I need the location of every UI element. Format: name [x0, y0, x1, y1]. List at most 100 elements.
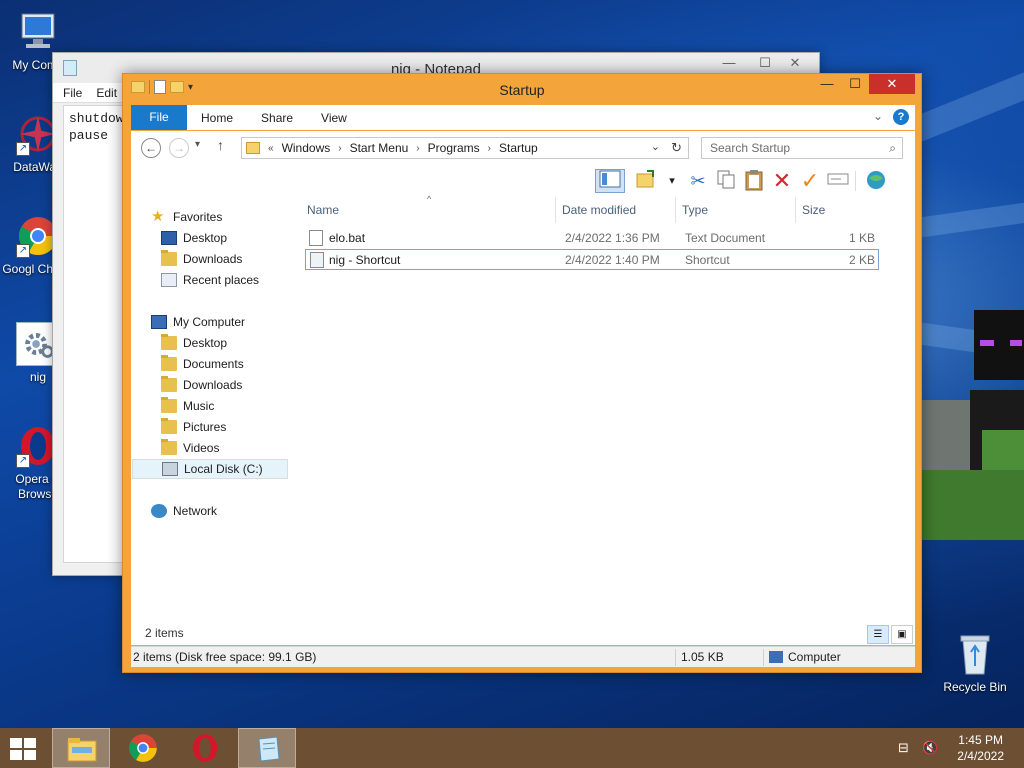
breadcrumb-separator-icon[interactable]: › — [416, 143, 419, 154]
windows-logo-icon — [10, 738, 22, 748]
nav-computer-local-disk[interactable]: Local Disk (C:) — [132, 459, 288, 479]
file-size: 2 KB — [848, 253, 875, 267]
breadcrumb-separator-icon[interactable]: › — [488, 143, 491, 154]
system-clock[interactable]: 1:45 PM 2/4/2022 — [957, 732, 1004, 764]
start-button[interactable] — [10, 738, 38, 760]
taskbar-opera[interactable] — [176, 728, 234, 768]
file-row-nig-shortcut[interactable]: nig - Shortcut 2/4/2022 1:40 PM Shortcut… — [305, 249, 879, 270]
paste-icon[interactable] — [741, 169, 767, 193]
explorer-titlebar[interactable]: ▾ Startup — ☐ ✕ — [123, 74, 921, 104]
ribbon-tabs: File Home Share View ⌄ ? — [131, 105, 915, 130]
tab-file[interactable]: File — [131, 105, 187, 130]
breadcrumb-separator-icon[interactable]: › — [338, 143, 341, 154]
column-header-name[interactable]: Name — [301, 197, 556, 223]
nav-computer-downloads[interactable]: Downloads — [161, 375, 242, 395]
breadcrumb-windows[interactable]: Windows — [282, 141, 331, 155]
nav-item-label: Local Disk (C:) — [184, 462, 263, 476]
network-tray-icon[interactable]: ⊟ — [898, 740, 909, 756]
taskbar-notepad[interactable] — [238, 728, 296, 768]
nav-item-label: Downloads — [183, 252, 243, 266]
select-dropdown-icon[interactable]: ▾ — [659, 169, 685, 193]
address-bar[interactable]: « Windows › Start Menu › Programs › Star… — [241, 137, 689, 159]
folder-icon — [161, 418, 177, 434]
search-placeholder: Search Startup — [710, 141, 791, 155]
back-button[interactable]: ← — [141, 138, 161, 158]
file-row-elo-bat[interactable]: elo.bat 2/4/2022 1:36 PM Text Document 1… — [305, 228, 879, 249]
nav-network[interactable]: Network — [151, 501, 217, 521]
nav-computer-desktop[interactable]: Desktop — [161, 333, 227, 353]
volume-muted-icon[interactable]: 🔇 — [922, 740, 938, 756]
drive-icon — [162, 462, 178, 476]
shortcut-file-icon — [310, 252, 324, 268]
minimize-button[interactable]: — — [813, 74, 841, 94]
column-header-type[interactable]: Type — [676, 197, 796, 223]
large-icons-view-icon[interactable]: ▣ — [891, 625, 913, 644]
close-button[interactable]: ✕ — [869, 74, 915, 94]
globe-icon[interactable] — [863, 169, 889, 193]
file-name: elo.bat — [329, 231, 366, 245]
details-view-icon[interactable]: ☰ — [867, 625, 889, 644]
nav-item-label: Documents — [183, 357, 244, 371]
search-input[interactable]: Search Startup ⌕ — [701, 137, 903, 159]
delete-icon[interactable]: ✕ — [769, 169, 795, 193]
notepad-minimize-button[interactable]: — — [715, 55, 743, 73]
breadcrumb-programs[interactable]: Programs — [428, 141, 480, 155]
rename-icon[interactable] — [825, 169, 851, 193]
tab-share[interactable]: Share — [247, 111, 307, 125]
nav-computer-music[interactable]: Music — [161, 396, 214, 416]
status-location: Computer — [788, 650, 841, 664]
notepad-menu-file[interactable]: File — [63, 86, 82, 100]
shortcut-arrow-icon: ↗ — [16, 142, 30, 156]
taskbar-file-explorer[interactable] — [52, 728, 110, 768]
copy-icon[interactable] — [713, 169, 739, 193]
nav-my-computer[interactable]: My Computer — [151, 312, 245, 332]
star-icon: ★ — [151, 208, 165, 225]
desktop-icon-recycle-bin[interactable]: Recycle Bin — [937, 632, 1013, 695]
breadcrumb-overflow[interactable]: « — [268, 143, 274, 154]
expand-ribbon-icon[interactable]: ⌄ — [873, 109, 883, 123]
maximize-button[interactable]: ☐ — [841, 74, 869, 94]
nav-item-label: Music — [183, 399, 215, 413]
forward-button[interactable]: → — [169, 138, 189, 158]
taskbar: ⊟ 🔇 1:45 PM 2/4/2022 — [0, 728, 1024, 768]
folder-icon — [161, 355, 177, 371]
nav-favorites-desktop[interactable]: Desktop — [161, 228, 227, 248]
select-folder-icon[interactable] — [633, 169, 659, 193]
monitor-icon — [16, 10, 60, 54]
preview-pane-icon[interactable] — [595, 169, 625, 193]
notepad-close-button[interactable]: ✕ — [775, 55, 815, 73]
recent-locations-icon[interactable]: ▾ — [195, 139, 200, 150]
status-summary: 2 items (Disk free space: 99.1 GB) — [133, 650, 317, 664]
tab-view[interactable]: View — [307, 111, 361, 125]
commands-toolbar: ▾ ✂ ✕ ✓ — [131, 165, 915, 197]
cut-icon[interactable]: ✂ — [685, 169, 711, 193]
computer-icon — [151, 315, 167, 329]
address-dropdown-icon[interactable]: ⌄ — [651, 140, 660, 153]
nav-computer-pictures[interactable]: Pictures — [161, 417, 226, 437]
file-explorer-icon — [67, 738, 97, 762]
downloads-folder-icon — [161, 250, 177, 266]
taskbar-chrome[interactable] — [114, 728, 172, 768]
explorer-window[interactable]: ▾ Startup — ☐ ✕ File Home Share View ⌄ ?… — [122, 73, 922, 673]
status-bar: 2 items (Disk free space: 99.1 GB) 1.05 … — [131, 646, 915, 667]
nav-favorites-recent-places[interactable]: Recent places — [161, 270, 259, 290]
column-header-date-modified[interactable]: Date modified — [556, 197, 676, 223]
status-divider — [675, 649, 676, 666]
up-arrow-icon[interactable]: ↑ — [217, 137, 224, 153]
wallpaper-minecraft-art — [922, 300, 1024, 560]
nav-item-label: Pictures — [183, 420, 227, 434]
column-header-size[interactable]: Size — [796, 197, 876, 223]
refresh-icon[interactable]: ↻ — [671, 140, 682, 156]
file-date: 2/4/2022 1:40 PM — [565, 253, 660, 267]
nav-computer-videos[interactable]: Videos — [161, 438, 219, 458]
nav-computer-documents[interactable]: Documents — [161, 354, 244, 374]
tab-home[interactable]: Home — [187, 111, 247, 125]
help-icon[interactable]: ? — [893, 109, 909, 125]
breadcrumb-startup[interactable]: Startup — [499, 141, 538, 155]
breadcrumb-start-menu[interactable]: Start Menu — [350, 141, 409, 155]
checkmark-icon[interactable]: ✓ — [797, 169, 823, 193]
nav-favorites-downloads[interactable]: Downloads — [161, 249, 242, 269]
nav-item-label: Videos — [183, 441, 220, 455]
nav-favorites[interactable]: ★ Favorites — [151, 207, 222, 227]
notepad-menu-edit[interactable]: Edit — [96, 86, 117, 100]
